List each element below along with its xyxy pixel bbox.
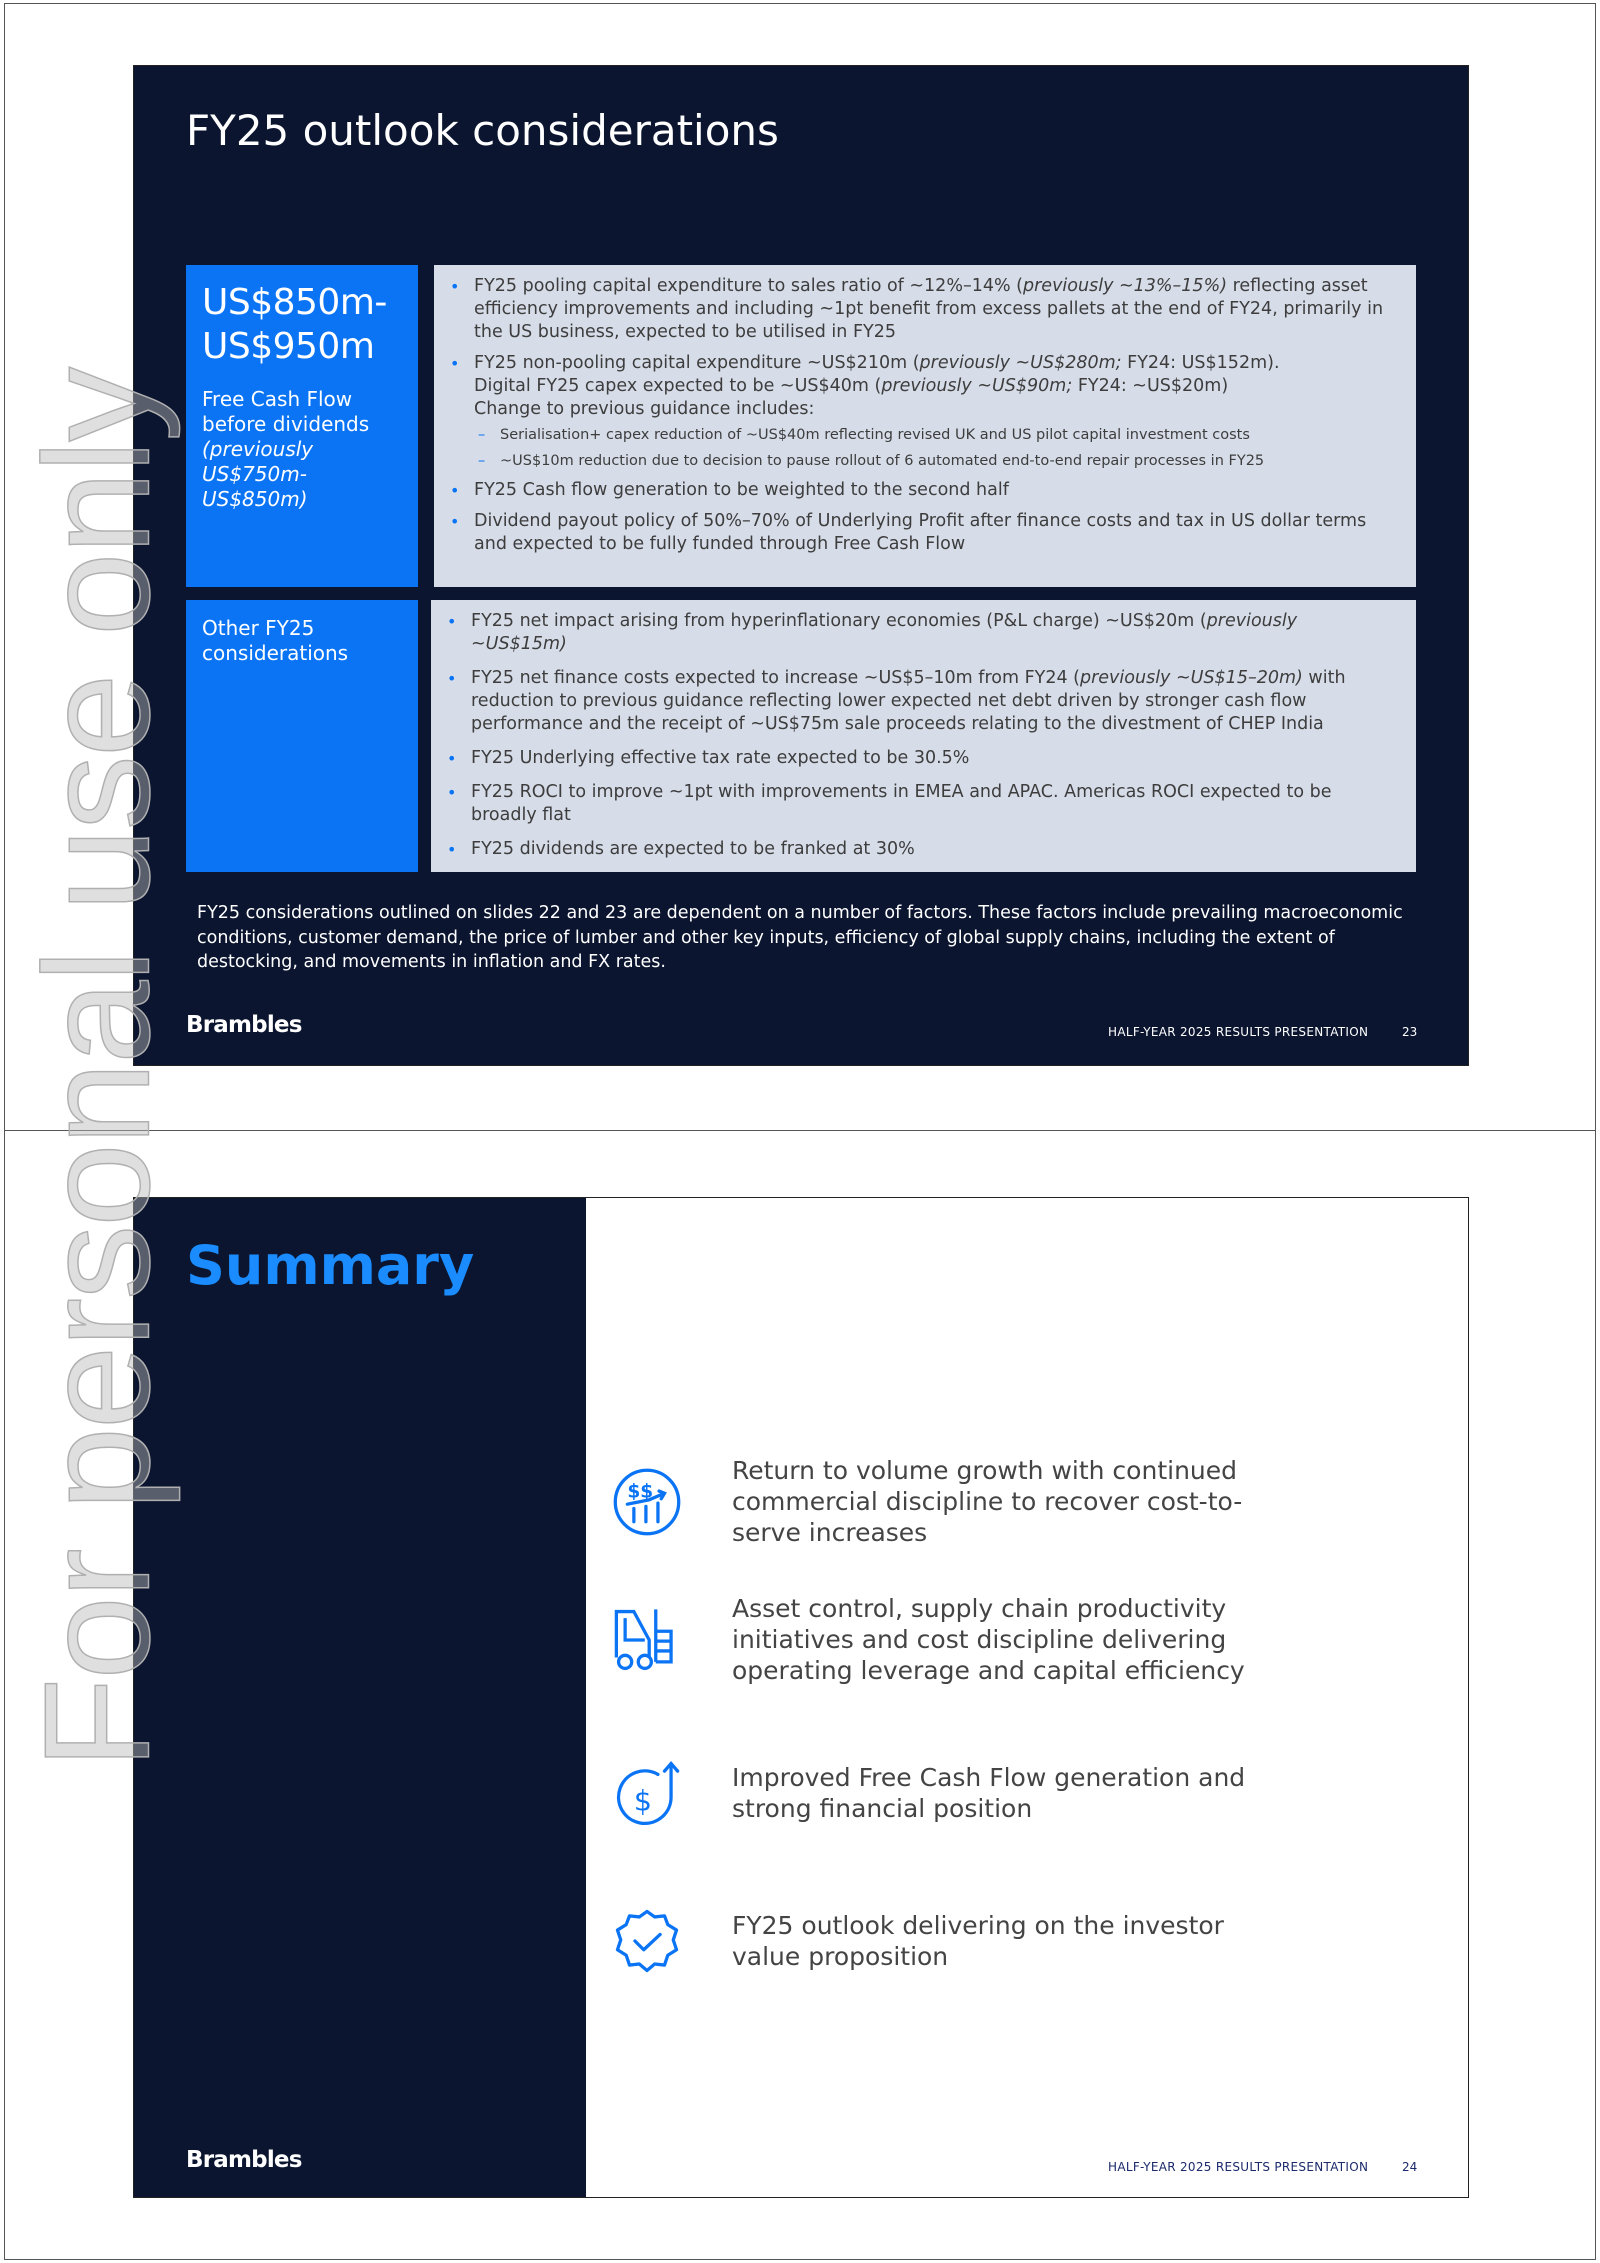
previous-guidance-text: previously ~13%–15%)	[1023, 276, 1228, 296]
sub-bullet: Serialisation+ capex reduction of ~US$40…	[474, 425, 1396, 445]
page-number: 24	[1402, 2160, 1418, 2174]
bullet-text: FY25 ROCI to improve ~1pt with improveme…	[471, 782, 1332, 825]
slide-fy25-outlook: FY25 outlook considerations US$850m- US$…	[133, 65, 1469, 1066]
slide-title: FY25 outlook considerations	[186, 106, 779, 155]
summary-text: FY25 outlook delivering on the investor …	[732, 1911, 1224, 1971]
bullet: FY25 dividends are expected to be franke…	[445, 838, 1396, 861]
summary-text: Asset control, supply chain productivity…	[732, 1594, 1245, 1685]
summary-text: Return to volume growth with continued c…	[732, 1456, 1243, 1547]
bullet-text: FY25 net finance costs expected to incre…	[471, 668, 1080, 688]
bullet-text: FY25 pooling capital expenditure to sale…	[474, 276, 1023, 296]
left-panel: Summary Brambles	[134, 1198, 586, 2197]
footer-text: HALF-YEAR 2025 RESULTS PRESENTATION	[1108, 1025, 1369, 1039]
bullet: Dividend payout policy of 50%–70% of Und…	[448, 510, 1396, 556]
previous-guidance-text: previously ~US$90m;	[881, 376, 1073, 396]
bullet: FY25 Underlying effective tax rate expec…	[445, 747, 1396, 770]
bullet: FY25 ROCI to improve ~1pt with improveme…	[445, 781, 1396, 827]
svg-text:$: $	[634, 1785, 652, 1818]
bullet-line: FY25 non-pooling capital expenditure ~US…	[474, 352, 1396, 375]
bullet: FY25 Cash flow generation to be weighted…	[448, 479, 1396, 502]
other-considerations-box: Other FY25 considerations	[186, 600, 418, 872]
bullet-text: Digital FY25 capex expected to be ~US$40…	[474, 376, 882, 396]
bullet-text: Dividend payout policy of 50%–70% of Und…	[474, 511, 1367, 554]
brambles-logo: Brambles	[186, 2147, 302, 2173]
footer-text: HALF-YEAR 2025 RESULTS PRESENTATION	[1108, 2160, 1369, 2174]
bullet-text: FY25 net impact arising from hyperinflat…	[471, 611, 1207, 631]
summary-text: Improved Free Cash Flow generation and s…	[732, 1763, 1246, 1823]
bullet-line: Digital FY25 capex expected to be ~US$40…	[474, 375, 1396, 398]
fcf-label: Free Cash Flow before dividends	[202, 387, 370, 436]
slide-summary: Summary Brambles $$ Return to volume gro…	[133, 1197, 1469, 2198]
bullet: FY25 net finance costs expected to incre…	[445, 667, 1396, 736]
previous-guidance-text: previously ~US$280m;	[919, 353, 1122, 373]
slide-title: Summary	[186, 1234, 475, 1297]
other-details-box: FY25 net impact arising from hyperinflat…	[431, 600, 1416, 872]
bullet: FY25 pooling capital expenditure to sale…	[448, 275, 1396, 344]
fcf-highlight-box: US$850m- US$950m Free Cash Flow before d…	[186, 265, 418, 587]
dollar-growth-chart-icon: $$	[613, 1468, 681, 1535]
bullet-text: FY25 dividends are expected to be franke…	[471, 839, 915, 859]
bullet-line: Change to previous guidance includes:	[474, 398, 1396, 421]
summary-item: FY25 outlook delivering on the investor …	[612, 1906, 1252, 1976]
summary-item: Asset control, supply chain productivity…	[612, 1593, 1252, 1686]
bullet-text: FY24: ~US$20m)	[1072, 376, 1229, 396]
bullet: FY25 non-pooling capital expenditure ~US…	[448, 352, 1396, 471]
previous-guidance-text: previously ~US$15–20m)	[1079, 668, 1303, 688]
summary-item: $ Improved Free Cash Flow generation and…	[612, 1758, 1252, 1828]
bullet-text: FY24: US$152m).	[1121, 353, 1280, 373]
bullet-text: FY25 Cash flow generation to be weighted…	[474, 480, 1009, 500]
sub-bullet: ~US$10m reduction due to decision to pau…	[474, 451, 1396, 471]
fcf-details-box: FY25 pooling capital expenditure to sale…	[434, 265, 1416, 587]
dollar-cycle-arrow-icon: $	[616, 1760, 680, 1826]
bullet: FY25 net impact arising from hyperinflat…	[445, 610, 1396, 656]
bullet-text: FY25 non-pooling capital expenditure ~US…	[474, 353, 920, 373]
fcf-amount: US$850m- US$950m	[202, 282, 387, 367]
brambles-logo: Brambles	[186, 1012, 302, 1038]
badge-check-icon	[615, 1909, 679, 1973]
bullet-text: Change to previous guidance includes:	[474, 399, 815, 419]
bullet-text: FY25 Underlying effective tax rate expec…	[471, 748, 970, 768]
summary-item: $$ Return to volume growth with continue…	[612, 1455, 1252, 1548]
other-label: Other FY25 considerations	[202, 616, 349, 665]
page-number: 23	[1402, 1025, 1418, 1039]
disclaimer-note: FY25 considerations outlined on slides 2…	[197, 903, 1403, 972]
fcf-previous: (previously US$750m-US$850m)	[202, 437, 314, 511]
forklift-icon	[614, 1608, 673, 1670]
